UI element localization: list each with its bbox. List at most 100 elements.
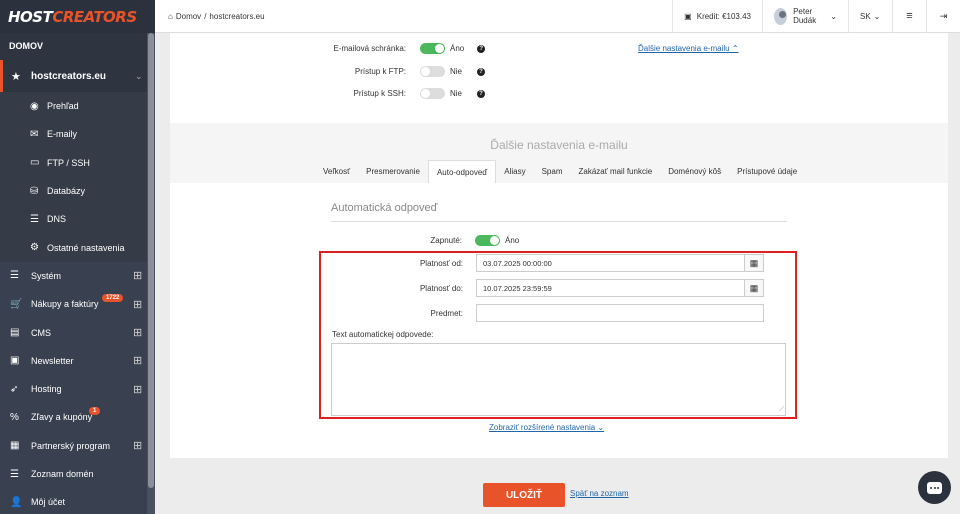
credit-display[interactable]: ▣ Kredit: €103.43 [672, 0, 762, 33]
logout-button[interactable]: ⇥ [926, 0, 960, 33]
logo-part2: CREATORS [52, 7, 137, 26]
sidebar-item-ucet[interactable]: 👤 Môj účet [0, 488, 155, 514]
sidebar-item-nakupy[interactable]: 🛒 Nákupy a faktúry 1722 ⊞ [0, 290, 155, 318]
sidebar-subitem-label: FTP / SSH [47, 157, 90, 168]
menu-button[interactable]: ≡ [892, 0, 926, 33]
logout-icon: ⇥ [939, 10, 948, 21]
envelope-icon: ✉ [30, 128, 39, 140]
database-icon: ⛁ [30, 185, 39, 197]
advanced-settings-link[interactable]: Zobraziť rozšírené nastavenia ⌄ [489, 423, 604, 432]
tab-spam[interactable]: Spam [534, 160, 571, 183]
valid-from-value: 03.07.2025 00:00:00 [483, 258, 552, 268]
breadcrumb-home[interactable]: Domov [176, 12, 201, 21]
tab-auto-odpoved[interactable]: Auto-odpoveď [427, 160, 497, 183]
wallet-icon: ▣ [684, 11, 692, 21]
mailbox-value: Áno [450, 44, 465, 53]
chevron-down-icon: ⌄ [830, 11, 837, 21]
help-icon[interactable]: ? [477, 44, 486, 53]
ftp-value: Nie [450, 67, 463, 76]
sidebar-item-label: Newsletter [31, 355, 74, 366]
sidebar-item-partner[interactable]: ▦ Partnerský program ⊞ [0, 432, 155, 460]
tab-aliasy[interactable]: Aliasy [496, 160, 533, 183]
chevron-down-icon: ⌄ [873, 11, 881, 21]
chat-icon [927, 481, 942, 494]
tab-zakazat-mail-funkcie[interactable]: Zakázať mail funkcie [570, 160, 660, 183]
newsletter-icon: ▣ [10, 355, 20, 367]
sidebar-section-title: DOMOV [0, 33, 155, 60]
help-icon[interactable]: ? [477, 89, 485, 98]
sidebar-item-newsletter[interactable]: ▣ Newsletter ⊞ [0, 347, 155, 375]
ftp-toggle[interactable] [420, 66, 445, 77]
back-to-list-link[interactable]: Späť na zoznam [570, 489, 629, 498]
sidebar-item-zlavy[interactable]: % Zľavy a kupóny 1 [0, 403, 155, 431]
enabled-label: Zapnuté: [430, 236, 462, 245]
tab-domenovy-kos[interactable]: Doménový kôš [660, 160, 729, 183]
user-menu[interactable]: Peter Dudák ⌄ [762, 0, 848, 33]
subject-row: Predmet: [330, 304, 764, 322]
ssh-value: Nie [450, 89, 463, 98]
valid-to-row: Platnosť do: 10.07.2025 23:59:59 ▦ [330, 279, 764, 297]
resize-handle-icon[interactable]: ⟋ [779, 406, 784, 414]
valid-from-row: Platnosť od: 03.07.2025 00:00:00 ▦ [330, 254, 764, 272]
home-icon[interactable]: ⌂ [168, 12, 173, 21]
user-icon: 👤 [10, 496, 23, 508]
settings-title: Ďalšie nastavenia e-mailu [490, 138, 628, 152]
credit-value: Kredit: €103.43 [696, 11, 751, 21]
mailbox-toggle[interactable] [420, 43, 445, 54]
tab-presmerovanie[interactable]: Presmerovanie [358, 160, 428, 183]
sidebar-item-site[interactable]: ★ hostcreators.eu ⌄ [0, 60, 155, 92]
valid-from-input[interactable]: 03.07.2025 00:00:00 ▦ [476, 254, 764, 272]
sidebar: HOST CREATORS DOMOV ★ hostcreators.eu ⌄ ◉… [0, 0, 155, 514]
access-card [170, 33, 948, 123]
sidebar-item-system[interactable]: ☰ Systém ⊞ [0, 262, 155, 290]
more-settings-link[interactable]: Ďalšie nastavenia e-mailu ⌃ [638, 44, 739, 53]
user-name: Peter Dudák [793, 7, 817, 25]
sidebar-subitem-label: E-maily [47, 129, 78, 140]
settings-tabs: Veľkosť Presmerovanie Auto-odpoveď Alias… [315, 160, 805, 183]
sidebar-subitem-ostatne[interactable]: ⚙ Ostatné nastavenia [0, 233, 155, 262]
sidebar-item-label: Hosting [31, 384, 62, 395]
breadcrumb: ⌂ Domov / hostcreators.eu [155, 12, 672, 21]
subject-input[interactable] [476, 304, 764, 322]
save-button[interactable]: ULOŽIŤ [483, 483, 565, 507]
valid-to-value: 10.07.2025 23:59:59 [483, 283, 552, 293]
settings-header: Ďalšie nastavenia e-mailu Veľkosť Presme… [170, 123, 948, 183]
id-card-icon: ▦ [10, 440, 20, 452]
ssh-label: Prístup k SSH: [353, 89, 406, 98]
breadcrumb-separator: / [204, 11, 207, 21]
sidebar-item-label: Zoznam domén [31, 469, 94, 479]
list-icon: ☰ [10, 468, 19, 480]
sidebar-subitem-dns[interactable]: ☰ DNS [0, 205, 155, 234]
sidebar-subitem-prehlad[interactable]: ◉ Prehľad [0, 92, 155, 121]
sidebar-item-domeny[interactable]: ☰ Zoznam domén [0, 460, 155, 488]
autoreply-textarea[interactable]: ⟋ [331, 343, 786, 416]
sidebar-subitem-databazy[interactable]: ⛁ Databázy [0, 176, 155, 206]
section-title: Automatická odpoveď [331, 202, 787, 222]
calendar-icon[interactable]: ▦ [744, 280, 763, 296]
ssh-toggle[interactable] [420, 88, 445, 99]
sidebar-scrollbar-thumb[interactable] [148, 33, 154, 488]
sidebar-item-label: CMS [31, 327, 51, 338]
tab-velkost[interactable]: Veľkosť [315, 160, 358, 183]
sidebar-item-label: Môj účet [31, 497, 66, 508]
enabled-toggle[interactable] [475, 235, 500, 246]
globe-icon: ◉ [30, 100, 39, 112]
sidebar-subitem-label: Prehľad [47, 101, 79, 112]
sidebar-subitem-label: Ostatné nastavenia [47, 242, 125, 253]
chat-button[interactable] [918, 471, 951, 504]
ssh-row: Prístup k SSH: Nie ? [300, 88, 485, 99]
valid-to-label: Platnosť do: [419, 283, 463, 293]
ftp-row: Prístup k FTP: Nie ? [300, 66, 485, 77]
calendar-icon[interactable]: ▦ [744, 255, 763, 271]
sidebar-subitem-emaily[interactable]: ✉ E-maily [0, 120, 155, 149]
avatar [774, 7, 788, 25]
sidebar-subitem-ftp[interactable]: ▭ FTP / SSH [0, 148, 155, 177]
language-select[interactable]: SK ⌄ [848, 0, 892, 33]
help-icon[interactable]: ? [477, 67, 485, 76]
valid-to-input[interactable]: 10.07.2025 23:59:59 ▦ [476, 279, 764, 297]
sidebar-item-hosting[interactable]: ➶ Hosting ⊞ [0, 375, 155, 403]
logo[interactable]: HOST CREATORS [0, 0, 155, 33]
tab-pristupove-udaje[interactable]: Prístupové údaje [729, 160, 805, 183]
text-label: Text automatickej odpovede: [332, 330, 434, 339]
sidebar-item-cms[interactable]: ▤ CMS ⊞ [0, 318, 155, 346]
